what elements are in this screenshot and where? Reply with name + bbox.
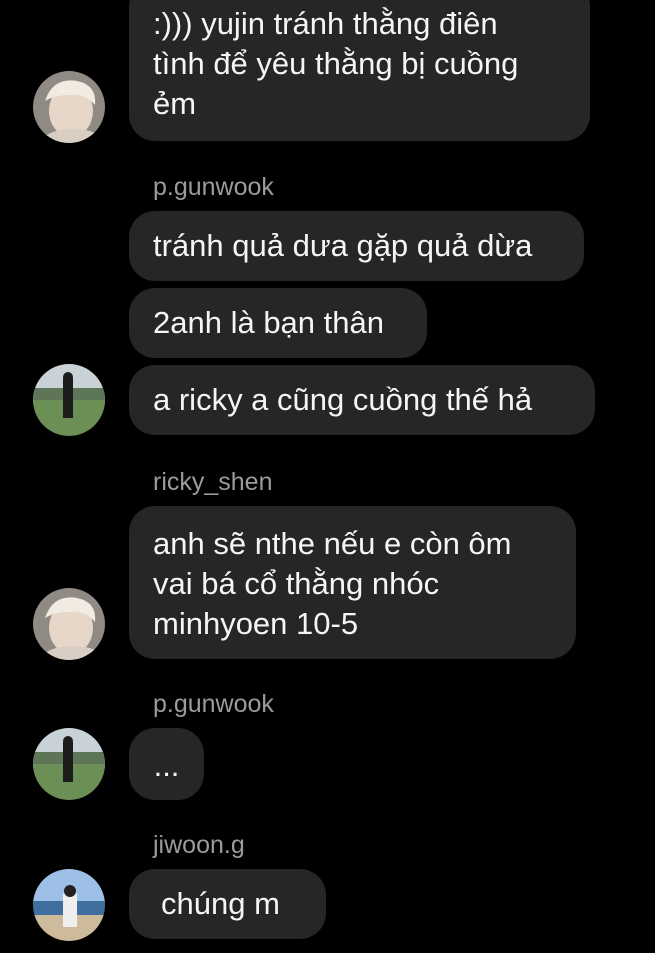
sender-name: jiwoon.g <box>153 831 245 859</box>
message-bubble[interactable]: tránh quả dưa gặp quả dừa <box>129 211 584 281</box>
field-player-avatar-icon <box>33 728 105 800</box>
beach-portrait-avatar-icon <box>33 869 105 941</box>
message-bubble[interactable]: a ricky a cũng cuồng thế hả <box>129 365 595 435</box>
avatar-jiwoon-g[interactable] <box>33 869 105 941</box>
message-bubble[interactable]: :))) yujin tránh thằng điên tình để yêu … <box>129 0 590 141</box>
avatar-p-gunwook[interactable] <box>33 364 105 436</box>
message-bubble[interactable]: chúng m <box>129 869 326 939</box>
blonde-portrait-avatar-icon <box>33 588 105 660</box>
sender-name: p.gunwook <box>153 173 274 201</box>
sender-name: p.gunwook <box>153 690 274 718</box>
field-player-avatar-icon <box>33 364 105 436</box>
avatar-ricky-shen[interactable] <box>33 71 105 143</box>
blonde-portrait-avatar-icon <box>33 71 105 143</box>
message-bubble[interactable]: ... <box>129 728 204 800</box>
message-bubble[interactable]: anh sẽ nthe nếu e còn ôm vai bá cổ thằng… <box>129 506 576 659</box>
message-bubble[interactable]: 2anh là bạn thân <box>129 288 427 358</box>
avatar-p-gunwook[interactable] <box>33 728 105 800</box>
avatar-ricky-shen[interactable] <box>33 588 105 660</box>
sender-name: ricky_shen <box>153 468 273 496</box>
